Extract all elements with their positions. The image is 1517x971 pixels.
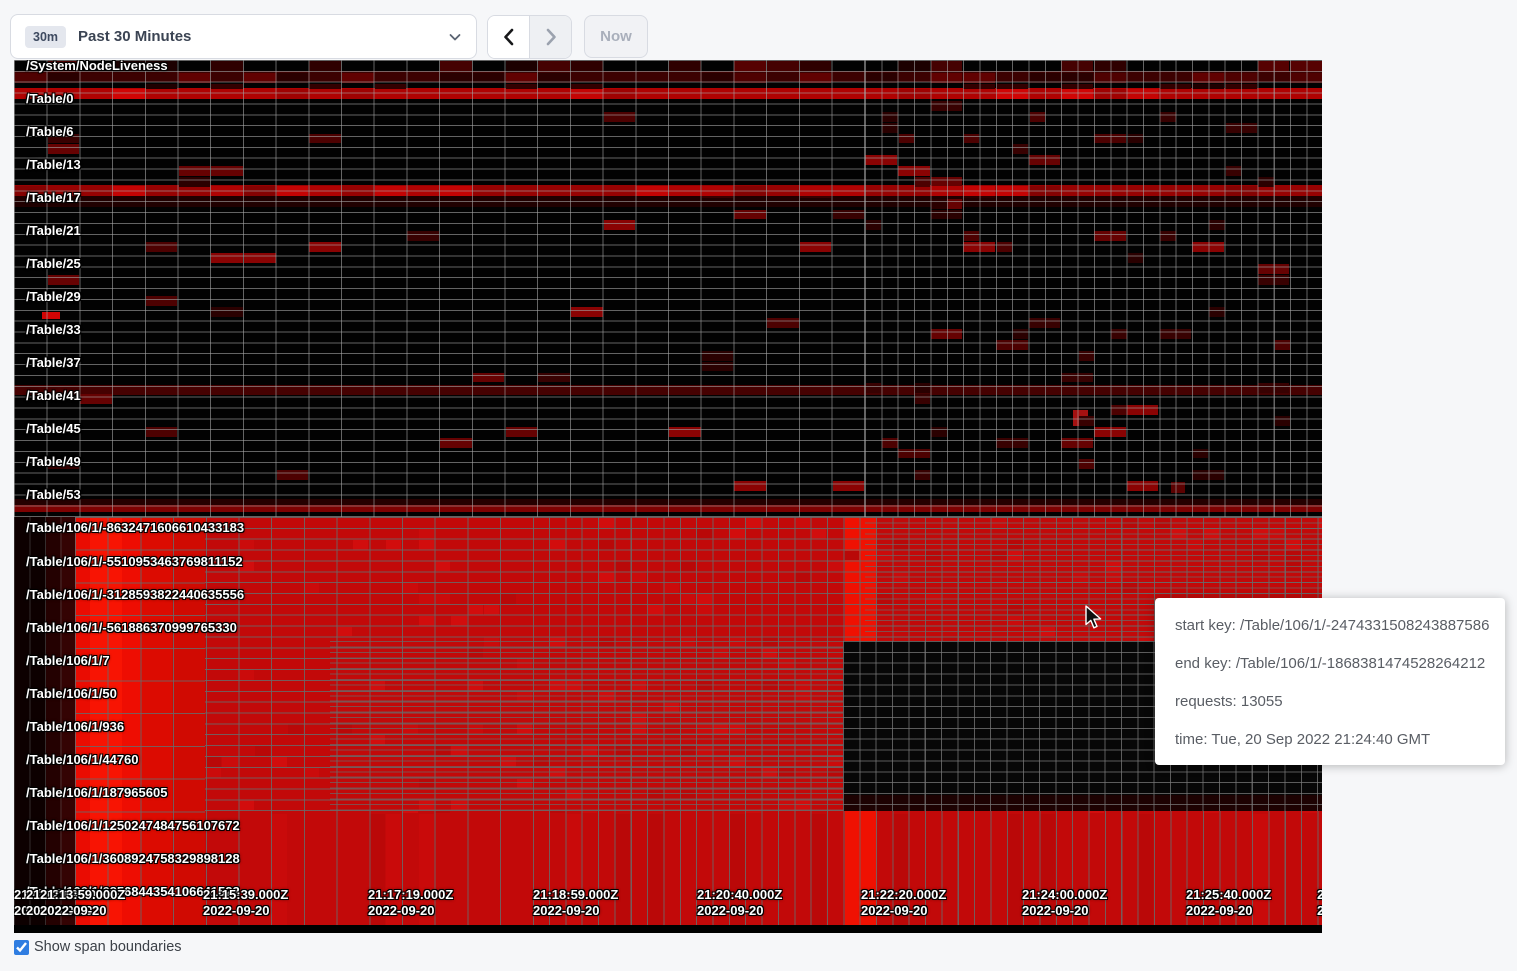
hover-tooltip: start key: /Table/106/1/-247433150824388… [1155,598,1505,765]
row-label: /Table/45 [26,421,81,437]
tooltip-end-key: end key: /Table/106/1/-18683814745282642… [1175,655,1485,672]
row-label: /Table/17 [26,190,81,206]
row-label: /Table/6 [26,124,73,140]
show-span-boundaries-checkbox[interactable] [14,940,29,955]
tooltip-time: time: Tue, 20 Sep 2022 21:24:40 GMT [1175,731,1485,748]
step-back-button[interactable] [488,16,529,58]
row-label: /Table/106/1/-5510953463769811152 [26,554,243,570]
time-axis-label: 21:27:20.000Z2022-09-20 [1317,887,1322,919]
heatmap-region [14,60,1322,517]
heatmap-region [330,641,849,811]
row-label: /Table/13 [26,157,81,173]
row-label: /Table/106/1/-8632471606610433183 [26,520,244,536]
time-axis-label: 21:20:40.000Z2022-09-20 [697,887,782,919]
row-label: /Table/106/1/1250247484756107672 [26,818,240,834]
now-button[interactable]: Now [584,15,648,58]
range-badge: 30m [25,26,66,48]
row-label: /Table/53 [26,487,81,503]
row-label: /Table/41 [26,388,81,404]
time-range-select[interactable]: 30m Past 30 Minutes [10,14,477,59]
row-label: /Table/106/1/44760 [26,752,139,768]
step-forward-button[interactable] [529,16,571,58]
chevron-right-icon [543,28,559,46]
time-axis-label: 21:13:59.000Z2022-09-20 [40,887,125,919]
range-label: Past 30 Minutes [78,28,448,45]
time-axis-label: 21:15:39.000Z2022-09-20 [203,887,288,919]
key-visualizer-page: 30m Past 30 Minutes Now /System/NodeLive… [0,0,1517,971]
time-step-buttons [487,15,572,59]
row-label: /Table/0 [26,91,73,107]
time-axis-label: 21:22:20.000Z2022-09-20 [861,887,946,919]
heatmap-region [14,925,1322,933]
show-span-boundaries-label: Show span boundaries [34,939,182,955]
row-label: /Table/106/1/936 [26,719,124,735]
row-label: /Table/29 [26,289,81,305]
row-label: /Table/21 [26,223,81,239]
show-span-boundaries-toggle[interactable]: Show span boundaries [14,939,182,955]
row-label: /System/NodeLiveness [26,60,168,74]
row-label: /Table/106/1/-3128593822440635556 [26,587,244,603]
keyspace-heatmap[interactable]: /System/NodeLiveness/Table/0/Table/6/Tab… [14,60,1322,933]
row-label: /Table/106/1/187965605 [26,785,167,801]
time-axis-label: 21:17:19.000Z2022-09-20 [368,887,453,919]
row-label: /Table/25 [26,256,81,272]
row-label: /Table/106/1/7 [26,653,110,669]
time-axis-label: 21:18:59.000Z2022-09-20 [533,887,618,919]
row-label: /Table/106/1/3608924758329898128 [26,851,240,867]
time-axis-label: 21:25:40.000Z2022-09-20 [1186,887,1271,919]
chevron-down-icon [448,30,462,44]
row-label: /Table/106/1/-561886370999765330 [26,620,237,636]
time-axis-label: 21:24:00.000Z2022-09-20 [1022,887,1107,919]
row-label: /Table/33 [26,322,81,338]
row-label: /Table/49 [26,454,81,470]
tooltip-requests: requests: 13055 [1175,693,1485,710]
toolbar: 30m Past 30 Minutes Now [0,0,1517,60]
tooltip-start-key: start key: /Table/106/1/-247433150824388… [1175,617,1485,634]
row-label: /Table/106/1/50 [26,686,117,702]
row-label: /Table/37 [26,355,81,371]
chevron-left-icon [501,28,517,46]
